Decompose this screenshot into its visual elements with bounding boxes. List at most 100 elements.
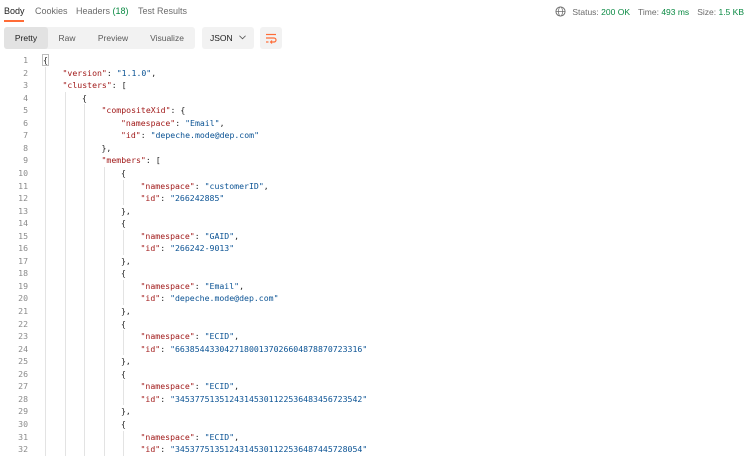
view-pretty-button[interactable]: Pretty bbox=[4, 27, 48, 49]
json-punctuation: { bbox=[121, 218, 126, 229]
code-line: 21}, bbox=[0, 305, 750, 317]
line-number: 32 bbox=[18, 444, 28, 455]
code-line: 15 "namespace": "GAID", bbox=[0, 230, 750, 242]
json-key: "members" bbox=[101, 155, 146, 166]
code-line: 13}, bbox=[0, 205, 750, 217]
json-punctuation: : bbox=[106, 67, 117, 78]
code-line: 2 "version": "1.1.0", bbox=[0, 67, 750, 79]
line-number: 26 bbox=[18, 368, 28, 379]
code-text: { bbox=[82, 92, 87, 104]
json-punctuation: : bbox=[160, 193, 171, 204]
line-number: 23 bbox=[18, 331, 28, 342]
json-string: "34537751351243145301122536487445728054" bbox=[170, 444, 368, 455]
json-punctuation: : bbox=[160, 444, 171, 455]
code-line: 7 "id": "depeche.mode@dep.com" bbox=[0, 129, 750, 141]
code-line: 14 { bbox=[0, 217, 750, 229]
format-select[interactable]: JSON bbox=[202, 27, 254, 49]
line-number: 8 bbox=[23, 142, 28, 153]
format-select-value: JSON bbox=[210, 33, 233, 43]
line-number: 28 bbox=[18, 393, 28, 404]
tab-body[interactable]: Body bbox=[4, 6, 25, 16]
line-number: 22 bbox=[18, 318, 28, 329]
code-text: "clusters": [ bbox=[63, 79, 127, 91]
response-size[interactable]: 1.5 KB bbox=[718, 7, 744, 17]
line-number: 20 bbox=[18, 293, 28, 304]
json-punctuation: : bbox=[194, 280, 205, 291]
line-number: 5 bbox=[23, 105, 28, 116]
json-string: "depeche.mode@dep.com" bbox=[150, 130, 260, 141]
tab-headers[interactable]: Headers (18) bbox=[76, 6, 129, 16]
wrap-lines-button[interactable] bbox=[260, 27, 282, 49]
json-key: "namespace" bbox=[121, 117, 176, 128]
json-string: "Email" bbox=[204, 280, 240, 291]
view-raw-button[interactable]: Raw bbox=[50, 27, 84, 49]
code-text: "id": "depeche.mode@dep.com" bbox=[121, 129, 259, 141]
line-number: 19 bbox=[18, 280, 28, 291]
line-number: 24 bbox=[18, 343, 28, 354]
code-line: 29}, bbox=[0, 405, 750, 417]
json-punctuation: : bbox=[140, 130, 151, 141]
json-punctuation: }, bbox=[121, 255, 131, 266]
json-punctuation: , bbox=[239, 280, 245, 291]
code-text: "compositeXid": { bbox=[102, 104, 186, 116]
code-line: 32 "id": "3453775135124314530112253648744… bbox=[0, 443, 750, 455]
tab-cookies[interactable]: Cookies bbox=[35, 6, 68, 16]
json-key: "namespace" bbox=[140, 331, 195, 342]
code-text: "namespace": "ECID", bbox=[141, 380, 240, 392]
code-line: 12 "id": "266242885" bbox=[0, 192, 750, 204]
json-key: "namespace" bbox=[140, 431, 195, 442]
code-text: }, bbox=[121, 305, 131, 317]
code-text: }, bbox=[121, 205, 131, 217]
response-time[interactable]: 493 ms bbox=[661, 7, 689, 17]
globe-icon[interactable] bbox=[555, 6, 566, 17]
response-tabs: Body Cookies Headers (18) Test Results S… bbox=[0, 0, 750, 24]
code-text: { bbox=[121, 418, 126, 430]
status-code[interactable]: 200 OK bbox=[601, 7, 630, 17]
code-text: "namespace": "ECID", bbox=[141, 330, 240, 342]
json-punctuation: : [ bbox=[145, 155, 161, 166]
line-number: 2 bbox=[23, 67, 28, 78]
json-string: "266242885" bbox=[170, 193, 225, 204]
json-punctuation: , bbox=[234, 431, 240, 442]
json-punctuation: : [ bbox=[111, 80, 127, 91]
code-text: "id": "345377513512431453011225364834567… bbox=[141, 393, 368, 405]
code-line: 11 "namespace": "customerID", bbox=[0, 180, 750, 192]
time-label: Time: bbox=[638, 6, 659, 17]
line-number: 21 bbox=[18, 306, 28, 316]
code-text: "namespace": "Email", bbox=[141, 280, 245, 292]
headers-count-badge: (18) bbox=[112, 6, 129, 16]
line-number: 18 bbox=[18, 268, 28, 279]
json-punctuation: : bbox=[160, 293, 171, 304]
code-text: "namespace": "ECID", bbox=[141, 431, 240, 443]
indent-guide bbox=[123, 279, 124, 305]
line-number: 4 bbox=[23, 92, 28, 103]
json-key: "id" bbox=[140, 193, 161, 204]
json-punctuation: : bbox=[194, 180, 205, 191]
json-punctuation: : bbox=[194, 230, 205, 241]
json-punctuation: , bbox=[234, 230, 240, 241]
code-line: 24 "id": "6638544330427180013702660487887… bbox=[0, 343, 750, 355]
response-body-code[interactable]: 1{2 "version": "1.1.0", 3 "clusters": [4{5 "… bbox=[0, 52, 750, 459]
indent-guide bbox=[64, 91, 66, 456]
json-punctuation: { bbox=[121, 418, 126, 429]
code-text: "id": "depeche.mode@dep.com" bbox=[141, 292, 279, 304]
response-status: Status: 200 OK Time: 493 ms Size: 1.5 KB bbox=[555, 6, 744, 17]
line-number: 6 bbox=[23, 117, 28, 128]
json-string: "depeche.mode@dep.com" bbox=[170, 293, 279, 304]
line-number: 13 bbox=[18, 205, 28, 216]
json-punctuation: : bbox=[175, 117, 186, 128]
line-number: 11 bbox=[18, 180, 28, 191]
json-punctuation: : bbox=[160, 343, 171, 354]
json-string: "ECID" bbox=[204, 331, 235, 342]
json-string: "34537751351243145301122536483456723542" bbox=[170, 393, 368, 404]
code-text: }, bbox=[121, 405, 131, 417]
json-key: "namespace" bbox=[140, 280, 195, 291]
tab-test-results[interactable]: Test Results bbox=[138, 6, 187, 16]
view-visualize-button[interactable]: Visualize bbox=[142, 27, 192, 49]
line-number: 10 bbox=[18, 167, 28, 178]
view-preview-button[interactable]: Preview bbox=[88, 27, 138, 49]
indent-guide bbox=[103, 166, 105, 456]
code-line: 16 "id": "266242-9013" bbox=[0, 242, 750, 254]
json-string: "ECID" bbox=[204, 381, 235, 392]
code-text: }, bbox=[121, 355, 131, 367]
